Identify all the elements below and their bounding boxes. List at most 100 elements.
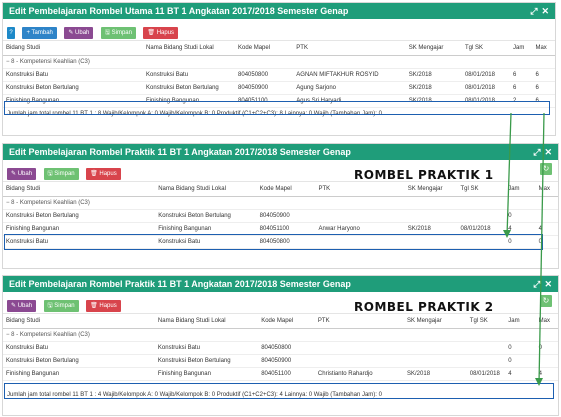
rombel-utama-panel: Edit Pembelajaran Rombel Utama 11 BT 1 A… <box>2 2 556 136</box>
cell: 804050900 <box>235 81 294 95</box>
cell <box>466 354 506 368</box>
cell: AGNAN MIFTAKHUR ROSYID <box>293 68 406 82</box>
cell <box>535 209 558 223</box>
cell: Christianto Rahardjo <box>314 367 405 381</box>
close-icon[interactable]: ✕ <box>544 147 552 157</box>
col-header[interactable]: Bidang Studi <box>3 313 155 329</box>
add-label: Tambah <box>31 30 53 36</box>
cell: Konstruksi Beton Bertulang <box>3 209 156 223</box>
delete-button[interactable]: 🗑 Hapus <box>86 168 121 180</box>
refresh-icon[interactable]: ↻ <box>540 163 552 175</box>
col-header[interactable]: Jam <box>505 313 536 329</box>
group-row[interactable]: − 8 - Kompetensi Keahlian (C3) <box>3 196 558 210</box>
col-header[interactable]: Nama Bidang Studi Lokal <box>143 40 236 56</box>
col-header[interactable]: Tgl SK <box>457 181 506 197</box>
edit-label: Ubah <box>17 171 33 177</box>
help-button[interactable]: ? <box>7 27 15 39</box>
col-header[interactable]: Max <box>535 313 558 329</box>
close-icon[interactable]: ✕ <box>544 279 552 289</box>
save-label: Simpan <box>54 303 75 309</box>
rombel-praktik-1-panel: Edit Pembelajaran Rombel Praktik 11 BT 1… <box>2 143 559 269</box>
highlight-box <box>4 383 554 399</box>
cell: 08/01/2018 <box>461 81 510 95</box>
edit-button[interactable]: ✎ Ubah <box>7 300 37 312</box>
cell: Finishing Bangunan <box>3 367 155 381</box>
cell: Konstruksi Beton Bertulang <box>3 354 155 368</box>
cell: Finishing Bangunan <box>154 367 259 381</box>
table-row[interactable]: Konstruksi Beton Bertulang Konstruksi Bet… <box>3 354 558 368</box>
col-header[interactable]: Tgl SK <box>466 313 506 329</box>
group-row[interactable]: − 8 - Kompetensi Keahlian (C3) <box>3 328 558 342</box>
cell: 6 <box>509 68 533 82</box>
panel-title: Edit Pembelajaran Rombel Utama 11 BT 1 A… <box>9 6 349 16</box>
col-header[interactable]: SK Mengajar <box>404 181 458 197</box>
highlight-box <box>4 101 550 115</box>
col-header[interactable]: Bidang Studi <box>3 40 144 56</box>
cell <box>466 341 506 355</box>
col-header[interactable]: SK Mengajar <box>405 40 462 56</box>
col-header[interactable]: PTK <box>293 40 406 56</box>
save-label: Simpan <box>111 30 132 36</box>
col-header[interactable]: Bidang Studi <box>3 181 156 197</box>
cell: SK/2018 <box>405 68 462 82</box>
group-row[interactable]: − 8 - Kompetensi Keahlian (C3) <box>3 55 555 69</box>
group-label: 8 - Kompetensi Keahlian (C3) <box>11 59 90 65</box>
col-header[interactable]: SK Mengajar <box>404 313 467 329</box>
table-row[interactable]: Konstruksi Beton Bertulang Konstruksi Bet… <box>3 209 558 223</box>
col-header[interactable]: Max <box>532 40 555 56</box>
col-header[interactable]: Jam <box>505 181 536 197</box>
cell: 6 <box>509 81 533 95</box>
edit-label: Ubah <box>75 30 90 36</box>
delete-button[interactable]: 🗑 Hapus <box>143 27 179 39</box>
cell: 4 <box>505 367 536 381</box>
table-header-row: Bidang Studi Nama Bidang Studi Lokal Kod… <box>3 181 558 197</box>
group-label: 8 - Kompetensi Keahlian (C3) <box>11 332 90 338</box>
table-row[interactable]: Konstruksi Beton Bertulang Konstruksi Bet… <box>3 81 555 95</box>
col-header[interactable]: Tgl SK <box>461 40 510 56</box>
close-icon[interactable]: ✕ <box>541 6 549 16</box>
col-header[interactable]: Nama Bidang Studi Lokal <box>154 313 259 329</box>
col-header[interactable]: Nama Bidang Studi Lokal <box>155 181 257 197</box>
group-label: 8 - Kompetensi Keahlian (C3) <box>11 200 90 206</box>
cell: Konstruksi Beton Bertulang <box>154 354 259 368</box>
col-header[interactable]: Kode Mapel <box>258 313 315 329</box>
toolbar: ? + Tambah ✎ Ubah 🖫 Simpan 🗑 Hapus <box>3 19 555 40</box>
delete-button[interactable]: 🗑 Hapus <box>86 300 121 312</box>
col-header[interactable]: PTK <box>315 181 405 197</box>
col-header[interactable]: Kode Mapel <box>235 40 294 56</box>
col-header[interactable]: Jam <box>509 40 533 56</box>
cell <box>315 209 405 223</box>
table-row[interactable]: Finishing Bangunan Finishing Bangunan 8040… <box>3 367 558 381</box>
cell: 804050900 <box>256 209 316 223</box>
cell: Konstruksi Batu <box>3 68 144 82</box>
cell: Konstruksi Batu <box>154 341 259 355</box>
pembelajaran-table: Bidang Studi Nama Bidang Studi Lokal Kod… <box>3 313 558 381</box>
rombel-praktik-2-label: ROMBEL PRAKTIK 2 <box>354 300 494 314</box>
expand-icon[interactable]: ⤢ <box>530 6 537 16</box>
save-label: Simpan <box>54 171 75 177</box>
save-button[interactable]: 🖫 Simpan <box>100 27 136 39</box>
cell: 0 <box>505 354 536 368</box>
cell: Konstruksi Beton Bertulang <box>3 81 144 95</box>
col-header[interactable]: PTK <box>314 313 405 329</box>
cell <box>314 354 405 368</box>
cell: Konstruksi Batu <box>143 68 236 82</box>
table-row[interactable]: Konstruksi Batu Konstruksi Batu 804050800 0… <box>3 341 558 355</box>
edit-label: Ubah <box>17 303 33 309</box>
save-button[interactable]: 🖫 Simpan <box>43 168 79 180</box>
highlight-box <box>4 234 543 250</box>
cell <box>404 341 467 355</box>
edit-button[interactable]: ✎ Ubah <box>64 27 94 39</box>
expand-icon[interactable]: ⤢ <box>533 147 540 157</box>
cell <box>404 354 467 368</box>
save-button[interactable]: 🖫 Simpan <box>43 300 79 312</box>
col-header[interactable]: Kode Mapel <box>256 181 316 197</box>
edit-button[interactable]: ✎ Ubah <box>7 168 37 180</box>
add-button[interactable]: + Tambah <box>22 27 57 39</box>
col-header[interactable]: Max <box>535 181 558 197</box>
refresh-icon[interactable]: ↻ <box>540 295 552 307</box>
pembelajaran-table: Bidang Studi Nama Bidang Studi Lokal Kod… <box>3 40 555 108</box>
table-header-row: Bidang Studi Nama Bidang Studi Lokal Kod… <box>3 313 558 329</box>
expand-icon[interactable]: ⤢ <box>533 279 540 289</box>
table-row[interactable]: Konstruksi Batu Konstruksi Batu 804050800 A… <box>3 68 555 82</box>
